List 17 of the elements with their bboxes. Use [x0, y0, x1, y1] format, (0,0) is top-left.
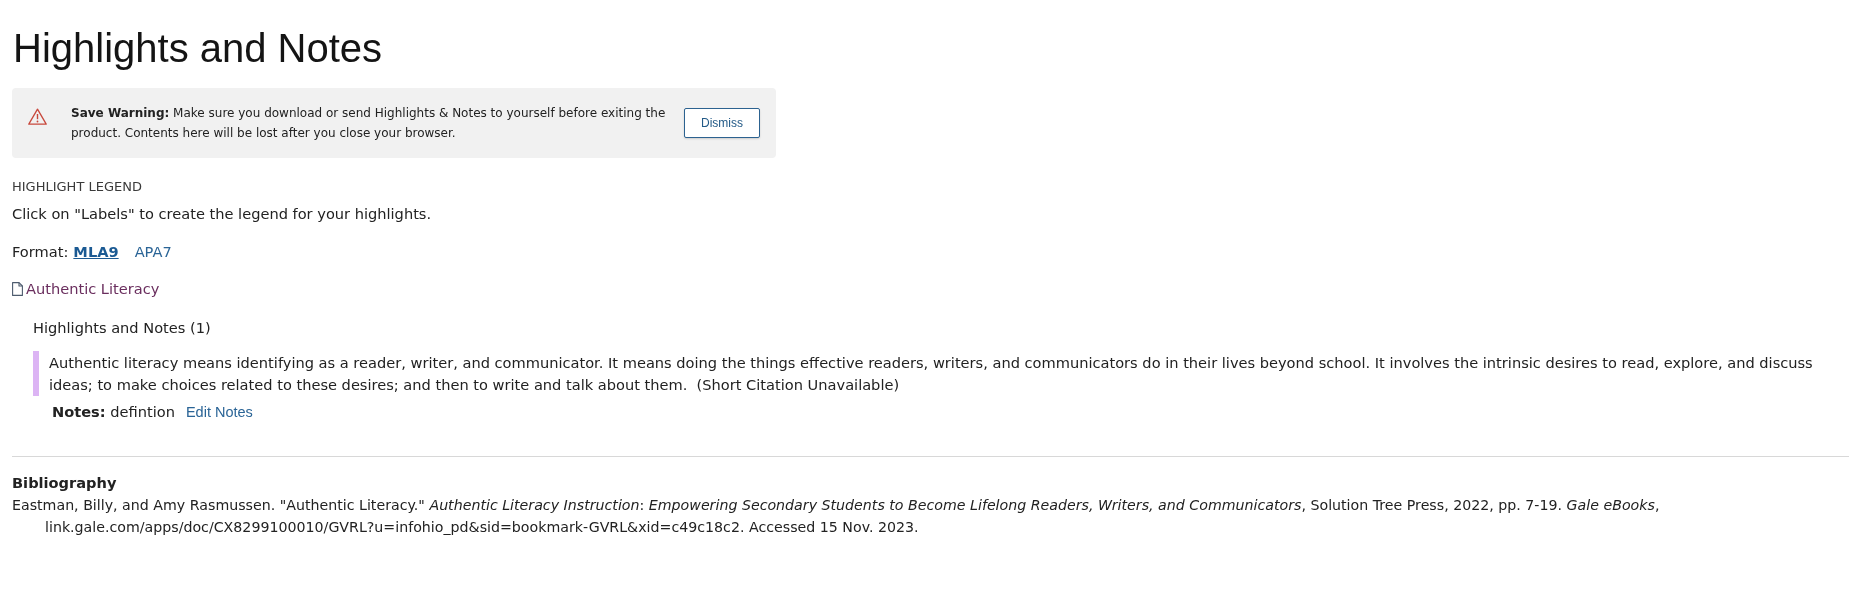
format-label: Format: — [12, 241, 69, 262]
legend-instruction: Click on "Labels" to create the legend for your highlights. — [12, 203, 432, 224]
citation-format-link[interactable]: MLA9 — [73, 240, 119, 263]
section-heading: Highlights and Notes (1) — [33, 317, 211, 338]
note-text: Notes: defintion — [52, 402, 175, 423]
highlight-text: Authentic literacy means identifying as a reader, writer, and communicator. It means doing the things effective readers, writers, and communicators do in their lives beyond school. It involves the intrinsic desires to read, explore, and discuss ideas; to make choices related to these desires; and then to write and talk about them. (Short Citation Unavailable) — [49, 353, 1814, 396]
page-title: Highlights and Notes — [13, 25, 383, 72]
bibliography-heading: Bibliography — [12, 473, 117, 494]
citation-format-link[interactable]: APA7 — [134, 240, 172, 263]
edit-notes-link[interactable]: Edit Notes — [185, 402, 253, 425]
legend-heading: HIGHLIGHT LEGEND — [12, 178, 142, 196]
warning-message: Save Warning: Make sure you download or send Highlights & Notes to yourself before exiting the product. Contents here will be lost after you close your browser. — [71, 105, 667, 142]
document-icon — [12, 281, 23, 296]
bibliography-citation: Eastman, Billy, and Amy Rasmussen. "Authentic Literacy." Authentic Literacy Instruction: Empowering Secondary Students to Become Lifelong Readers, Writers, and Communicators, Solution Tree Press, 2022, pp. 7-19. Gale eBooks, link.gale.com/apps/doc/CX8299100010/GVRL?u=infohio_pd&sid=bookmark-GVRL&xid=c49c18c2. Accessed 15 Nov. 2023. — [12, 496, 1661, 538]
warning-icon — [28, 108, 47, 125]
dismiss-button[interactable]: Dismiss — [684, 108, 760, 138]
document-link[interactable]: Authentic Literacy — [12, 277, 160, 300]
